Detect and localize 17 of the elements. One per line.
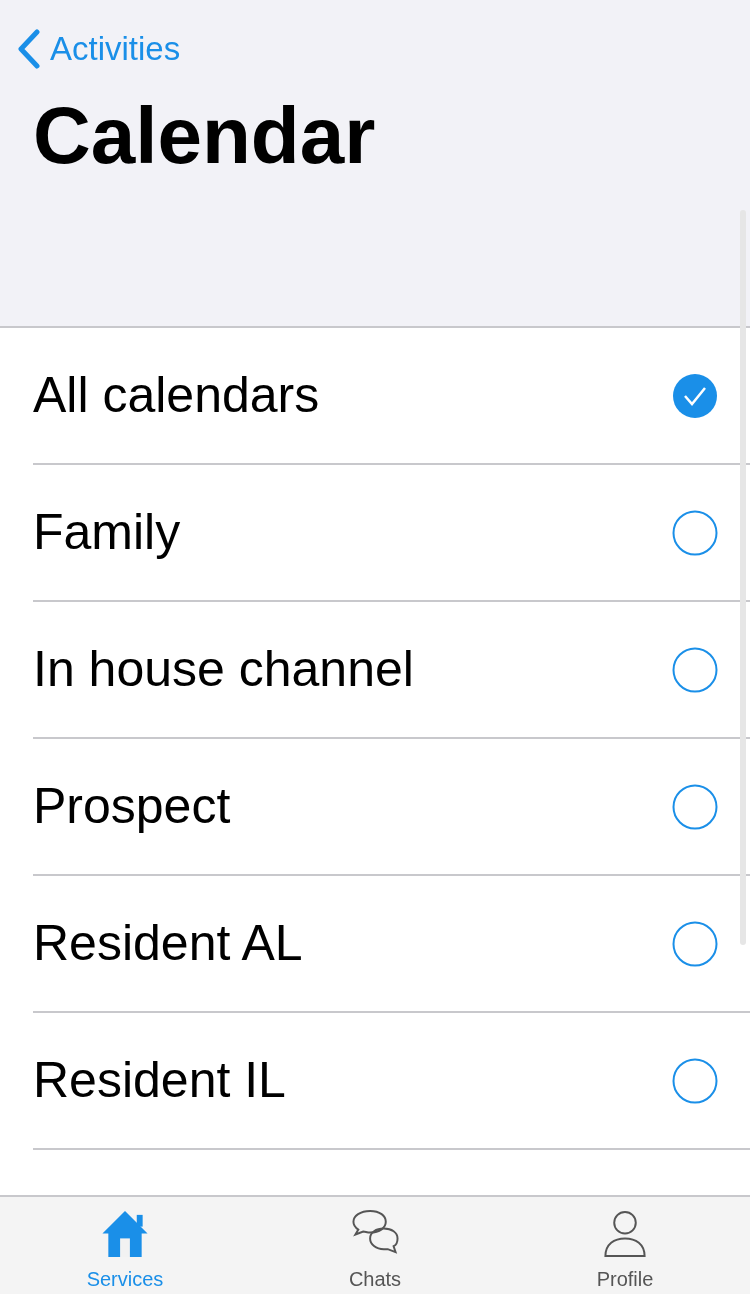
- unchecked-circle[interactable]: [672, 646, 718, 693]
- unchecked-circle[interactable]: [672, 783, 718, 830]
- calendar-name[interactable]: All calendars: [33, 358, 672, 433]
- page-title: Calendar: [33, 95, 376, 176]
- calendar-name[interactable]: Family: [33, 495, 672, 570]
- calendar-name[interactable]: Prospect: [33, 769, 672, 844]
- calendar-name[interactable]: In house channel: [33, 632, 672, 707]
- checked-circle[interactable]: [672, 372, 718, 419]
- calendar-name[interactable]: Resident IL: [33, 1043, 672, 1118]
- unchecked-circle[interactable]: [672, 509, 718, 556]
- tab-item[interactable]: Chats: [250, 1197, 500, 1294]
- home-icon: [100, 1209, 150, 1258]
- tab-item[interactable]: Profile: [500, 1197, 750, 1294]
- unchecked-circle[interactable]: [672, 1057, 718, 1104]
- calendar-name[interactable]: Resident AL: [33, 906, 672, 981]
- unchecked-circle[interactable]: [672, 920, 718, 967]
- chevron-left-icon: [16, 28, 42, 69]
